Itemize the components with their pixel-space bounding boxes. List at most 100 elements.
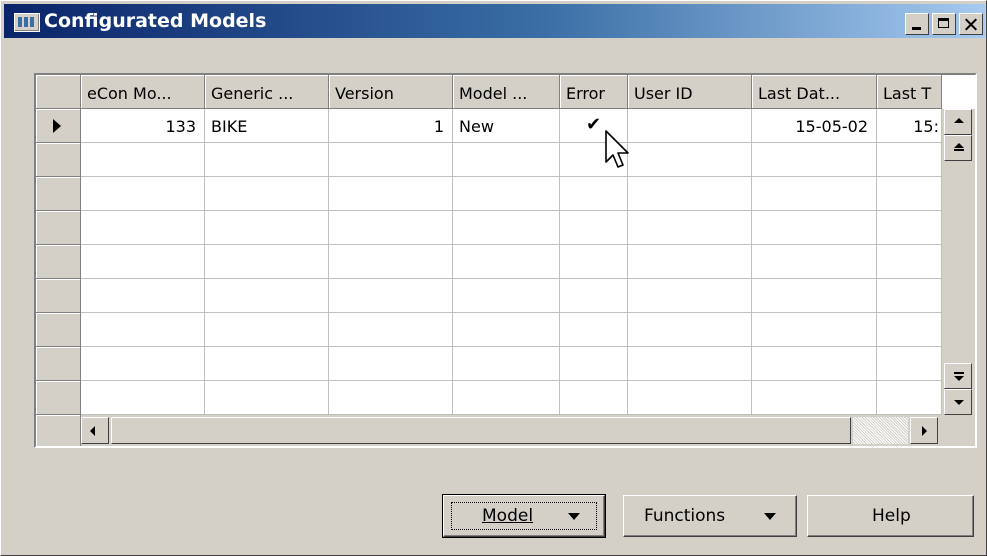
functions-menu-button[interactable]: Functions [623,495,797,537]
vertical-scrollbar[interactable] [942,109,975,415]
row-selector[interactable] [36,109,81,143]
row-selector[interactable] [36,347,81,381]
empty-cell[interactable] [329,381,453,415]
row-selector[interactable] [36,211,81,245]
empty-cell[interactable] [81,143,205,177]
empty-cell[interactable] [752,143,877,177]
empty-cell[interactable] [752,211,877,245]
empty-cell[interactable] [205,313,329,347]
empty-cell[interactable] [81,381,205,415]
empty-cell[interactable] [877,245,942,279]
empty-cell[interactable] [560,279,628,313]
empty-cell[interactable] [752,313,877,347]
empty-cell[interactable] [877,177,942,211]
empty-cell[interactable] [560,245,628,279]
empty-cell[interactable] [628,143,752,177]
empty-cell[interactable] [560,177,628,211]
empty-cell[interactable] [329,245,453,279]
empty-cell[interactable] [205,245,329,279]
empty-cell[interactable] [329,313,453,347]
empty-cell[interactable] [329,177,453,211]
title-bar[interactable]: Configurated Models [4,4,985,38]
empty-cell[interactable] [81,211,205,245]
scroll-page-up-button[interactable] [944,135,972,161]
scroll-left-button[interactable] [81,417,109,444]
empty-cell[interactable] [205,347,329,381]
empty-cell[interactable] [628,313,752,347]
empty-cell[interactable] [81,279,205,313]
empty-cell[interactable] [628,245,752,279]
column-header-model[interactable]: Model ... [453,75,560,109]
empty-cell[interactable] [205,143,329,177]
empty-cell[interactable] [628,211,752,245]
model-menu-button[interactable]: Model [442,494,606,538]
scroll-down-button[interactable] [944,389,972,415]
close-button[interactable] [959,13,983,35]
empty-cell[interactable] [453,143,560,177]
cell-last-time[interactable]: 15: [877,109,942,143]
empty-cell[interactable] [752,177,877,211]
cell-last-date[interactable]: 15-05-02 [752,109,877,143]
empty-cell[interactable] [329,347,453,381]
horizontal-scroll-track[interactable] [853,417,908,444]
empty-cell[interactable] [752,245,877,279]
empty-cell[interactable] [205,381,329,415]
column-header-econ-model[interactable]: eCon Mo... [81,75,205,109]
empty-cell[interactable] [752,279,877,313]
empty-cell[interactable] [877,143,942,177]
empty-cell[interactable] [329,279,453,313]
cell-version[interactable]: 1 [329,109,453,143]
row-selector[interactable] [36,143,81,177]
empty-cell[interactable] [453,347,560,381]
column-header-generic[interactable]: Generic ... [205,75,329,109]
column-header-last-time[interactable]: Last T [877,75,942,109]
empty-cell[interactable] [877,313,942,347]
empty-cell[interactable] [205,211,329,245]
empty-cell[interactable] [329,143,453,177]
cell-model[interactable]: New [453,109,560,143]
column-header-error[interactable]: Error [560,75,628,109]
empty-cell[interactable] [205,279,329,313]
empty-cell[interactable] [877,347,942,381]
horizontal-scroll-thumb[interactable] [111,417,851,444]
empty-cell[interactable] [560,347,628,381]
scroll-right-button[interactable] [910,417,938,444]
empty-cell[interactable] [628,381,752,415]
row-selector[interactable] [36,313,81,347]
empty-cell[interactable] [453,313,560,347]
empty-cell[interactable] [453,381,560,415]
empty-cell[interactable] [81,177,205,211]
empty-cell[interactable] [628,279,752,313]
empty-cell[interactable] [205,177,329,211]
empty-cell[interactable] [560,211,628,245]
empty-cell[interactable] [877,211,942,245]
column-header-user-id[interactable]: User ID [628,75,752,109]
empty-cell[interactable] [752,347,877,381]
empty-cell[interactable] [752,381,877,415]
cell-generic[interactable]: BIKE [205,109,329,143]
empty-cell[interactable] [628,177,752,211]
empty-cell[interactable] [81,245,205,279]
empty-cell[interactable] [877,381,942,415]
empty-cell[interactable] [453,211,560,245]
maximize-button[interactable] [932,13,956,35]
cell-user-id[interactable] [628,109,752,143]
empty-cell[interactable] [81,313,205,347]
models-grid[interactable]: eCon Mo... Generic ... Version Model ...… [34,73,977,448]
row-selector[interactable] [36,381,81,415]
empty-cell[interactable] [560,381,628,415]
empty-cell[interactable] [560,313,628,347]
minimize-button[interactable] [905,13,929,35]
cell-econ-model[interactable]: 133 [81,109,205,143]
column-header-last-date[interactable]: Last Dat... [752,75,877,109]
empty-cell[interactable] [453,177,560,211]
scroll-page-down-button[interactable] [944,363,972,389]
empty-cell[interactable] [628,347,752,381]
empty-cell[interactable] [453,245,560,279]
empty-cell[interactable] [81,347,205,381]
horizontal-scrollbar[interactable] [81,415,942,446]
column-header-version[interactable]: Version [329,75,453,109]
row-selector[interactable] [36,245,81,279]
row-selector[interactable] [36,279,81,313]
help-button[interactable]: Help [807,495,974,537]
